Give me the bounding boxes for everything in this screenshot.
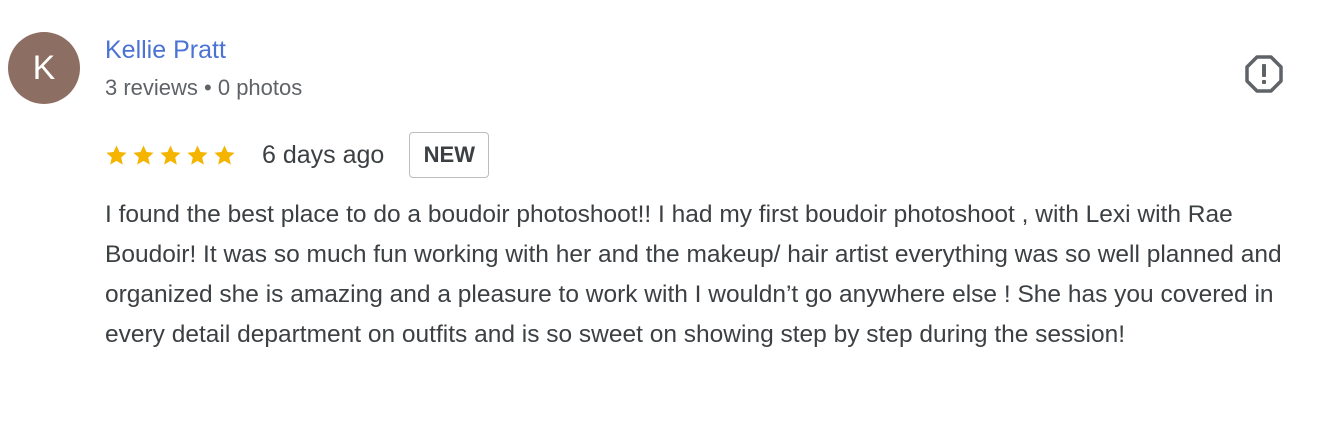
report-review-button[interactable] xyxy=(1244,54,1284,94)
review-time: 6 days ago xyxy=(262,140,385,169)
star-icon xyxy=(133,144,154,165)
report-flag-icon xyxy=(1245,55,1283,93)
star-icon xyxy=(187,144,208,165)
star-icon xyxy=(160,144,181,165)
rating-row: 6 days ago NEW xyxy=(105,132,490,178)
reviewer-name-link[interactable]: Kellie Pratt xyxy=(105,36,226,65)
star-icon xyxy=(106,144,127,165)
reviewer-meta: 3 reviews • 0 photos xyxy=(105,75,303,100)
avatar[interactable]: K xyxy=(8,32,80,104)
review-text: I found the best place to do a boudoir p… xyxy=(105,201,1282,348)
new-badge: NEW xyxy=(409,132,490,178)
star-rating xyxy=(105,144,240,167)
star-icon xyxy=(214,144,235,165)
